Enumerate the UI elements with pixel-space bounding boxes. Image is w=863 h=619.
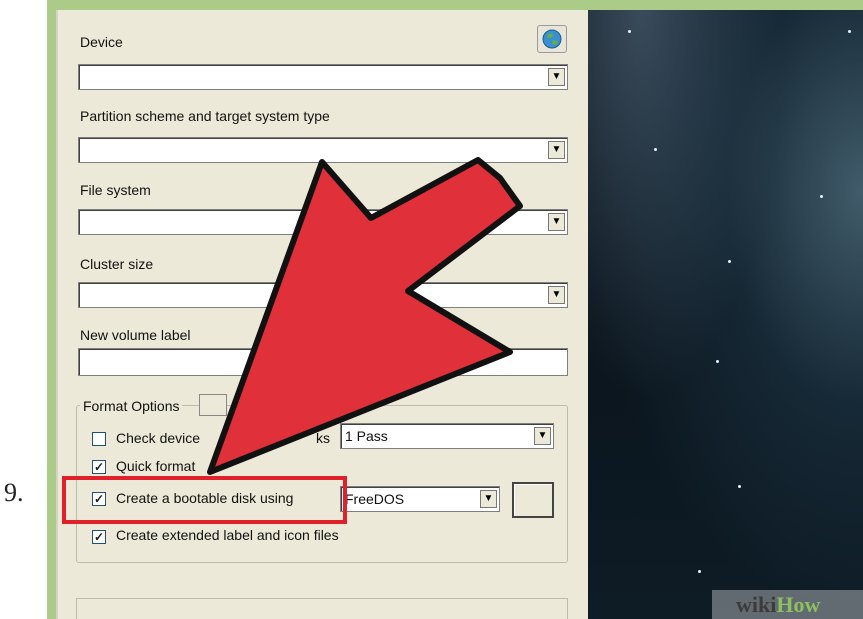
watermark-part-b: How <box>776 592 821 617</box>
checkmark-icon: ✓ <box>93 530 105 544</box>
filesystem-dropdown[interactable]: ▼ <box>78 209 568 235</box>
star <box>716 360 719 363</box>
check-device-label: Check device <box>116 430 201 446</box>
bootable-source-value: FreeDOS <box>345 491 405 507</box>
star <box>728 260 731 263</box>
step-number: 9. <box>4 478 24 507</box>
highlight-box <box>62 476 347 524</box>
chevron-down-icon[interactable]: ▼ <box>480 490 497 508</box>
star <box>848 30 851 33</box>
bootable-source-dropdown[interactable]: FreeDOS ▼ <box>340 486 500 512</box>
volume-label-input[interactable] <box>78 348 568 376</box>
check-device-label-tail: ks <box>316 430 330 446</box>
device-label: Device <box>80 34 123 50</box>
checkmark-icon: ✓ <box>93 460 105 474</box>
passes-dropdown[interactable]: 1 Pass ▼ <box>340 423 554 449</box>
star <box>654 148 657 151</box>
format-options-toggle-button[interactable] <box>199 394 227 416</box>
quick-format-label: Quick format <box>116 458 196 474</box>
volume-label: New volume label <box>80 327 191 343</box>
select-image-button[interactable] <box>512 482 554 518</box>
device-dropdown[interactable]: ▼ <box>78 64 568 90</box>
extended-label-label: Create extended label and icon files <box>116 527 339 543</box>
chevron-down-icon[interactable]: ▼ <box>548 213 565 231</box>
passes-value: 1 Pass <box>345 428 388 444</box>
filesystem-label: File system <box>80 182 151 198</box>
quick-format-checkbox[interactable]: ✓ <box>92 460 106 474</box>
star <box>698 570 701 573</box>
globe-icon[interactable] <box>537 25 567 53</box>
cluster-dropdown[interactable]: ▼ <box>78 282 568 308</box>
space-background-image <box>588 10 863 619</box>
cluster-label: Cluster size <box>80 256 154 272</box>
partition-dropdown[interactable]: ▼ <box>78 137 568 163</box>
bottom-group-edge <box>76 598 568 619</box>
check-device-checkbox[interactable] <box>92 432 106 446</box>
star <box>738 485 741 488</box>
chevron-down-icon[interactable]: ▼ <box>548 286 565 304</box>
extended-label-checkbox[interactable]: ✓ <box>92 530 106 544</box>
star <box>628 30 631 33</box>
wikihow-watermark: wikiHow <box>712 590 863 619</box>
partition-label: Partition scheme and target system type <box>80 108 330 124</box>
chevron-down-icon[interactable]: ▼ <box>548 68 565 86</box>
star <box>820 195 823 198</box>
watermark-part-a: wiki <box>736 592 777 617</box>
chevron-down-icon[interactable]: ▼ <box>548 141 565 159</box>
format-options-title: Format Options <box>80 398 183 414</box>
chevron-down-icon[interactable]: ▼ <box>534 427 551 445</box>
